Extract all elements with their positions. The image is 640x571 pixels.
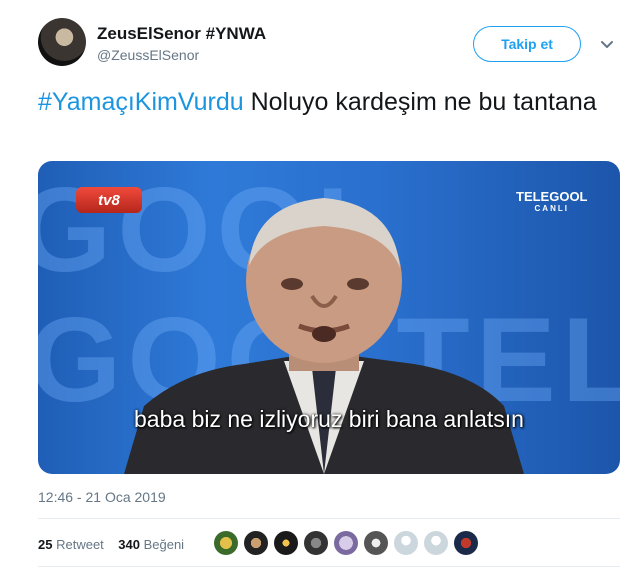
liker-avatar[interactable]: [334, 531, 358, 555]
like-stat[interactable]: 340 Beğeni: [118, 537, 184, 552]
author-name[interactable]: ZeusElSenor #YNWA: [97, 24, 266, 44]
retweet-stat[interactable]: 25 Retweet: [38, 537, 104, 552]
liker-avatar[interactable]: [394, 531, 418, 555]
telegool-live-text: CANLI: [534, 204, 569, 213]
tweet-text: #YamaçıKimVurdu Noluyo kardeşim ne bu ta…: [38, 86, 618, 118]
liker-avatar[interactable]: [364, 531, 388, 555]
liker-avatar[interactable]: [304, 531, 328, 555]
tweet-media[interactable]: GOOL GOOLTEL tv8 TELEGOOL CANLI baba biz…: [38, 161, 620, 474]
liker-avatars: [214, 531, 478, 555]
retweet-label: Retweet: [56, 537, 104, 552]
author-avatar[interactable]: [38, 18, 86, 66]
retweet-count: 25: [38, 537, 53, 552]
liker-avatar[interactable]: [214, 531, 238, 555]
liker-avatar[interactable]: [454, 531, 478, 555]
liker-avatar[interactable]: [244, 531, 268, 555]
chevron-down-icon[interactable]: [598, 36, 616, 54]
tweet-stats: 25 Retweet 340 Beğeni: [38, 537, 184, 552]
hashtag-link[interactable]: #YamaçıKimVurdu: [38, 88, 244, 116]
telegool-logo-text: TELEGOOL: [516, 189, 588, 204]
follow-button[interactable]: Takip et: [473, 26, 581, 62]
author-handle[interactable]: @ZeussElSenor: [97, 47, 199, 63]
video-subtitle: baba biz ne izliyoruz biri bana anlatsın: [134, 406, 524, 432]
tweet-timestamp[interactable]: 12:46 - 21 Oca 2019: [38, 489, 166, 505]
like-label: Beğeni: [143, 537, 185, 552]
divider: [38, 518, 620, 519]
tweet-body: Noluyo kardeşim ne bu tantana: [243, 88, 597, 116]
liker-avatar[interactable]: [274, 531, 298, 555]
liker-avatar[interactable]: [424, 531, 448, 555]
like-count: 340: [118, 537, 140, 552]
divider: [38, 566, 620, 567]
telegool-logo: TELEGOOL CANLI: [516, 189, 588, 213]
